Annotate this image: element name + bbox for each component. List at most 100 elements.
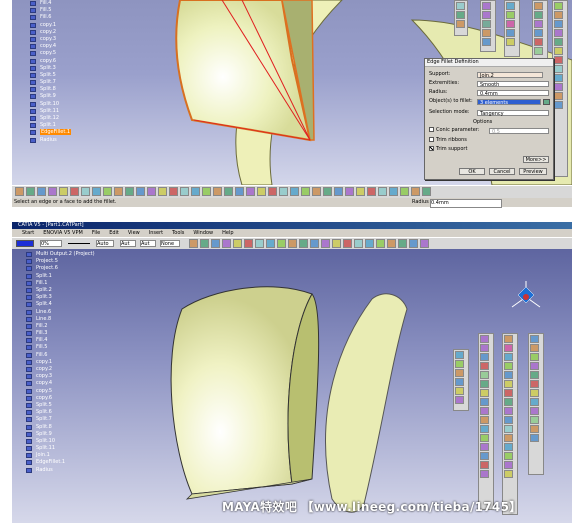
toolbar-tool-icon[interactable] [312,187,321,196]
tree-item[interactable]: Multi Output.2 (Project) [26,251,95,258]
toolbar-tool-icon[interactable] [334,187,343,196]
bottom-vertical-toolbar-3[interactable] [502,333,518,515]
tree-item[interactable]: Fill.6 [26,352,95,359]
tree-item[interactable]: Line.8 [26,316,95,323]
conic-field[interactable]: 0.5 [489,128,549,135]
objects-edit-icon[interactable] [543,99,550,105]
bottom-viewport[interactable]: Multi Output.2 (Project) Project.5 Project… [12,249,572,523]
toolbar-tool-icon[interactable] [147,187,156,196]
toolbar-tool-icon[interactable] [422,187,431,196]
tree-item[interactable]: Fill.4 [30,0,71,7]
tree-item[interactable]: copy.4 [30,43,71,50]
tree-item[interactable]: Fill.2 [26,323,95,330]
top-vertical-toolbar-4[interactable] [532,0,548,62]
bottom-vertical-toolbar-2[interactable] [478,333,494,510]
tree-item[interactable]: Fill.4 [26,337,95,344]
status-radius-field[interactable]: 0.4mm [430,199,502,208]
tree-item[interactable]: copy.3 [30,36,71,43]
tree-item[interactable]: Split.5 [26,402,95,409]
toolbar-tool-icon[interactable] [224,187,233,196]
ok-button[interactable]: OK [459,168,485,175]
tree-item[interactable]: Fill.1 [26,280,95,287]
trim-support-checkbox[interactable] [429,146,434,151]
toolbar-tool-icon[interactable] [299,239,308,248]
toolbar-tool-icon[interactable] [290,187,299,196]
toolbar-tool-icon[interactable] [268,187,277,196]
toolbar-tool-icon[interactable] [15,187,24,196]
menu-item[interactable]: Edit [109,230,119,236]
toolbar-tool-icon[interactable] [233,239,242,248]
point-select[interactable]: Aut [120,240,136,247]
toolbar-tool-icon[interactable] [191,187,200,196]
tree-item[interactable]: Split.9 [26,431,95,438]
objects-field[interactable]: 3 elements [477,99,541,106]
menu-item[interactable]: ENOVIA V5 VPM [43,230,83,236]
toolbar-tool-icon[interactable] [81,187,90,196]
toolbar-tool-icon[interactable] [180,187,189,196]
top-vertical-toolbar-5[interactable] [552,0,568,177]
toolbar-tool-icon[interactable] [356,187,365,196]
tree-item[interactable]: Fill.3 [26,330,95,337]
tree-item[interactable]: Project.5 [26,258,95,265]
tree-item[interactable]: Split.5 [30,72,71,79]
support-field[interactable]: Join.2 [477,72,543,79]
toolbar-tool-icon[interactable] [211,239,220,248]
toolbar-tool-icon[interactable] [398,239,407,248]
toolbar-tool-icon[interactable] [354,239,363,248]
toolbar-tool-icon[interactable] [125,187,134,196]
menu-item[interactable]: Tools [172,230,184,236]
tree-item[interactable]: Line.6 [26,309,95,316]
tree-item[interactable]: copy.4 [26,380,95,387]
toolbar-tool-icon[interactable] [213,187,222,196]
extremities-select[interactable]: Smooth [477,81,549,88]
tree-item[interactable]: copy.2 [30,29,71,36]
toolbar-tool-icon[interactable] [279,187,288,196]
tree-item[interactable]: Project.6 [26,265,95,272]
tree-item[interactable]: copy.2 [26,366,95,373]
toolbar-tool-icon[interactable] [323,187,332,196]
tree-item[interactable]: Split.9 [30,93,71,100]
toolbar-tool-icon[interactable] [48,187,57,196]
toolbar-tool-icon[interactable] [244,239,253,248]
tree-item[interactable]: copy.5 [30,50,71,57]
menu-item[interactable]: Insert [149,230,163,236]
toolbar-tool-icon[interactable] [266,239,275,248]
bottom-vertical-toolbar-4[interactable] [528,333,544,475]
tree-item[interactable]: Split.4 [26,301,95,308]
tree-item[interactable]: Split.8 [30,86,71,93]
conic-checkbox[interactable] [429,127,434,132]
bottom-vertical-toolbar-1[interactable] [453,349,469,411]
color-swatch[interactable] [16,240,34,247]
menu-item[interactable]: View [128,230,140,236]
toolbar-tool-icon[interactable] [103,187,112,196]
toolbar-tool-icon[interactable] [26,187,35,196]
selection-mode-select[interactable]: Tangency [477,110,549,117]
tree-item[interactable]: Fill.5 [30,7,71,14]
tree-item[interactable]: copy.6 [30,58,71,65]
toolbar-tool-icon[interactable] [345,187,354,196]
toolbar-tool-icon[interactable] [59,187,68,196]
tree-item[interactable]: copy.3 [26,373,95,380]
tree-item[interactable]: EdgeFillet.1 [26,459,95,466]
toolbar-tool-icon[interactable] [114,187,123,196]
toolbar-tool-icon[interactable] [321,239,330,248]
top-vertical-toolbar-1[interactable] [454,0,468,36]
menu-item[interactable]: Start [22,230,34,236]
tree-item[interactable]: Fill.5 [26,344,95,351]
tree-item[interactable]: Radius [26,467,95,474]
tree-item[interactable]: copy.1 [30,22,71,29]
toolbar-tool-icon[interactable] [222,239,231,248]
toolbar-tool-icon[interactable] [169,187,178,196]
tree-item[interactable]: Split.10 [30,101,71,108]
toolbar-tool-icon[interactable] [70,187,79,196]
tree-item[interactable]: Join.1 [26,452,95,459]
toolbar-tool-icon[interactable] [37,187,46,196]
tree-item[interactable]: Split.1 [26,273,95,280]
toolbar-tool-icon[interactable] [389,187,398,196]
toolbar-tool-icon[interactable] [378,187,387,196]
toolbar-tool-icon[interactable] [277,239,286,248]
toolbar-tool-icon[interactable] [332,239,341,248]
toolbar-tool-icon[interactable] [202,187,211,196]
toolbar-tool-icon[interactable] [400,187,409,196]
radius-field[interactable]: 0.4mm [477,90,549,97]
